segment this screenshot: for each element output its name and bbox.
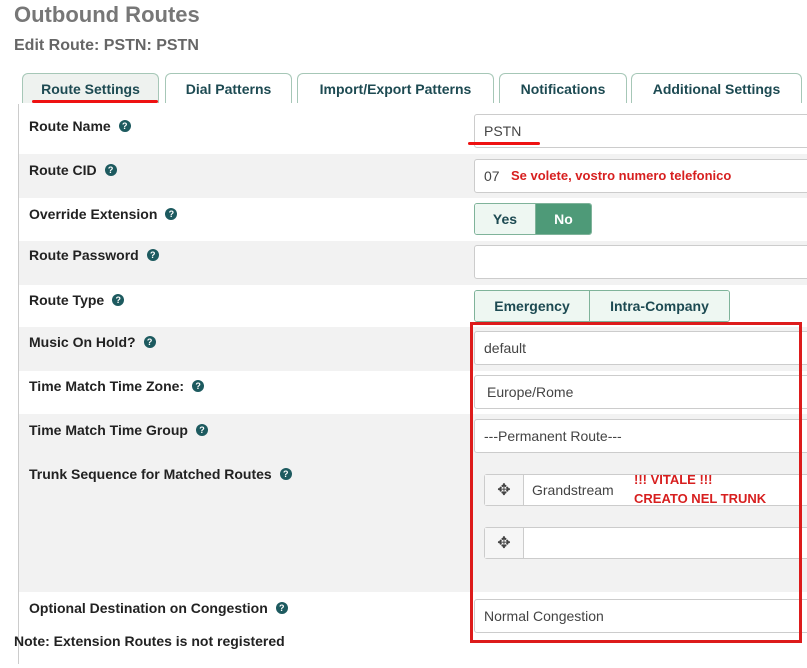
tab-route-settings[interactable]: Route Settings — [22, 73, 159, 103]
time-group-label: Time Match Time Group? — [29, 422, 208, 438]
help-icon[interactable]: ? — [143, 336, 156, 348]
route-name-underline — [468, 142, 540, 145]
emergency-button[interactable]: Emergency — [475, 291, 589, 321]
help-icon[interactable]: ? — [165, 208, 178, 220]
trunk-sequence-label: Trunk Sequence for Matched Routes? — [29, 466, 292, 482]
help-icon[interactable]: ? — [192, 380, 205, 392]
route-name-label: Route Name? — [29, 118, 131, 134]
time-zone-label: Time Match Time Zone:? — [29, 378, 205, 394]
route-type-toggle: Emergency Intra-Company — [474, 290, 730, 322]
override-yes-button[interactable]: Yes — [475, 204, 535, 234]
override-no-button[interactable]: No — [535, 204, 591, 234]
tab-additional-settings[interactable]: Additional Settings — [631, 73, 802, 103]
route-cid-annotation: Se volete, vostro numero telefonico — [511, 168, 732, 183]
music-on-hold-label: Music On Hold?? — [29, 334, 156, 350]
override-extension-toggle: Yes No — [474, 203, 592, 235]
help-icon[interactable]: ? — [118, 120, 131, 132]
annotation-highlight-box — [470, 322, 802, 643]
route-password-input[interactable] — [474, 245, 807, 279]
tab-dial-patterns[interactable]: Dial Patterns — [165, 73, 292, 103]
help-icon[interactable]: ? — [146, 249, 159, 261]
page-subtitle: Edit Route: PSTN: PSTN — [14, 37, 199, 54]
override-extension-row: Override Extension? — [19, 198, 807, 242]
route-type-label: Route Type? — [29, 292, 125, 308]
tab-highlight-underline — [32, 100, 158, 103]
intra-company-button[interactable]: Intra-Company — [589, 291, 729, 321]
help-icon[interactable]: ? — [104, 164, 117, 176]
tab-notifications[interactable]: Notifications — [499, 73, 627, 103]
tab-import-export-patterns[interactable]: Import/Export Patterns — [297, 73, 494, 103]
help-icon[interactable]: ? — [112, 294, 125, 306]
help-icon[interactable]: ? — [275, 602, 288, 614]
help-icon[interactable]: ? — [279, 468, 292, 480]
page-title: Outbound Routes — [14, 2, 200, 27]
help-icon[interactable]: ? — [195, 424, 208, 436]
congestion-label: Optional Destination on Congestion? — [29, 600, 288, 616]
route-password-label: Route Password? — [29, 247, 159, 263]
route-cid-label: Route CID? — [29, 162, 117, 178]
override-extension-label: Override Extension? — [29, 206, 178, 222]
registration-note: Note: Extension Routes is not registered — [14, 633, 285, 649]
